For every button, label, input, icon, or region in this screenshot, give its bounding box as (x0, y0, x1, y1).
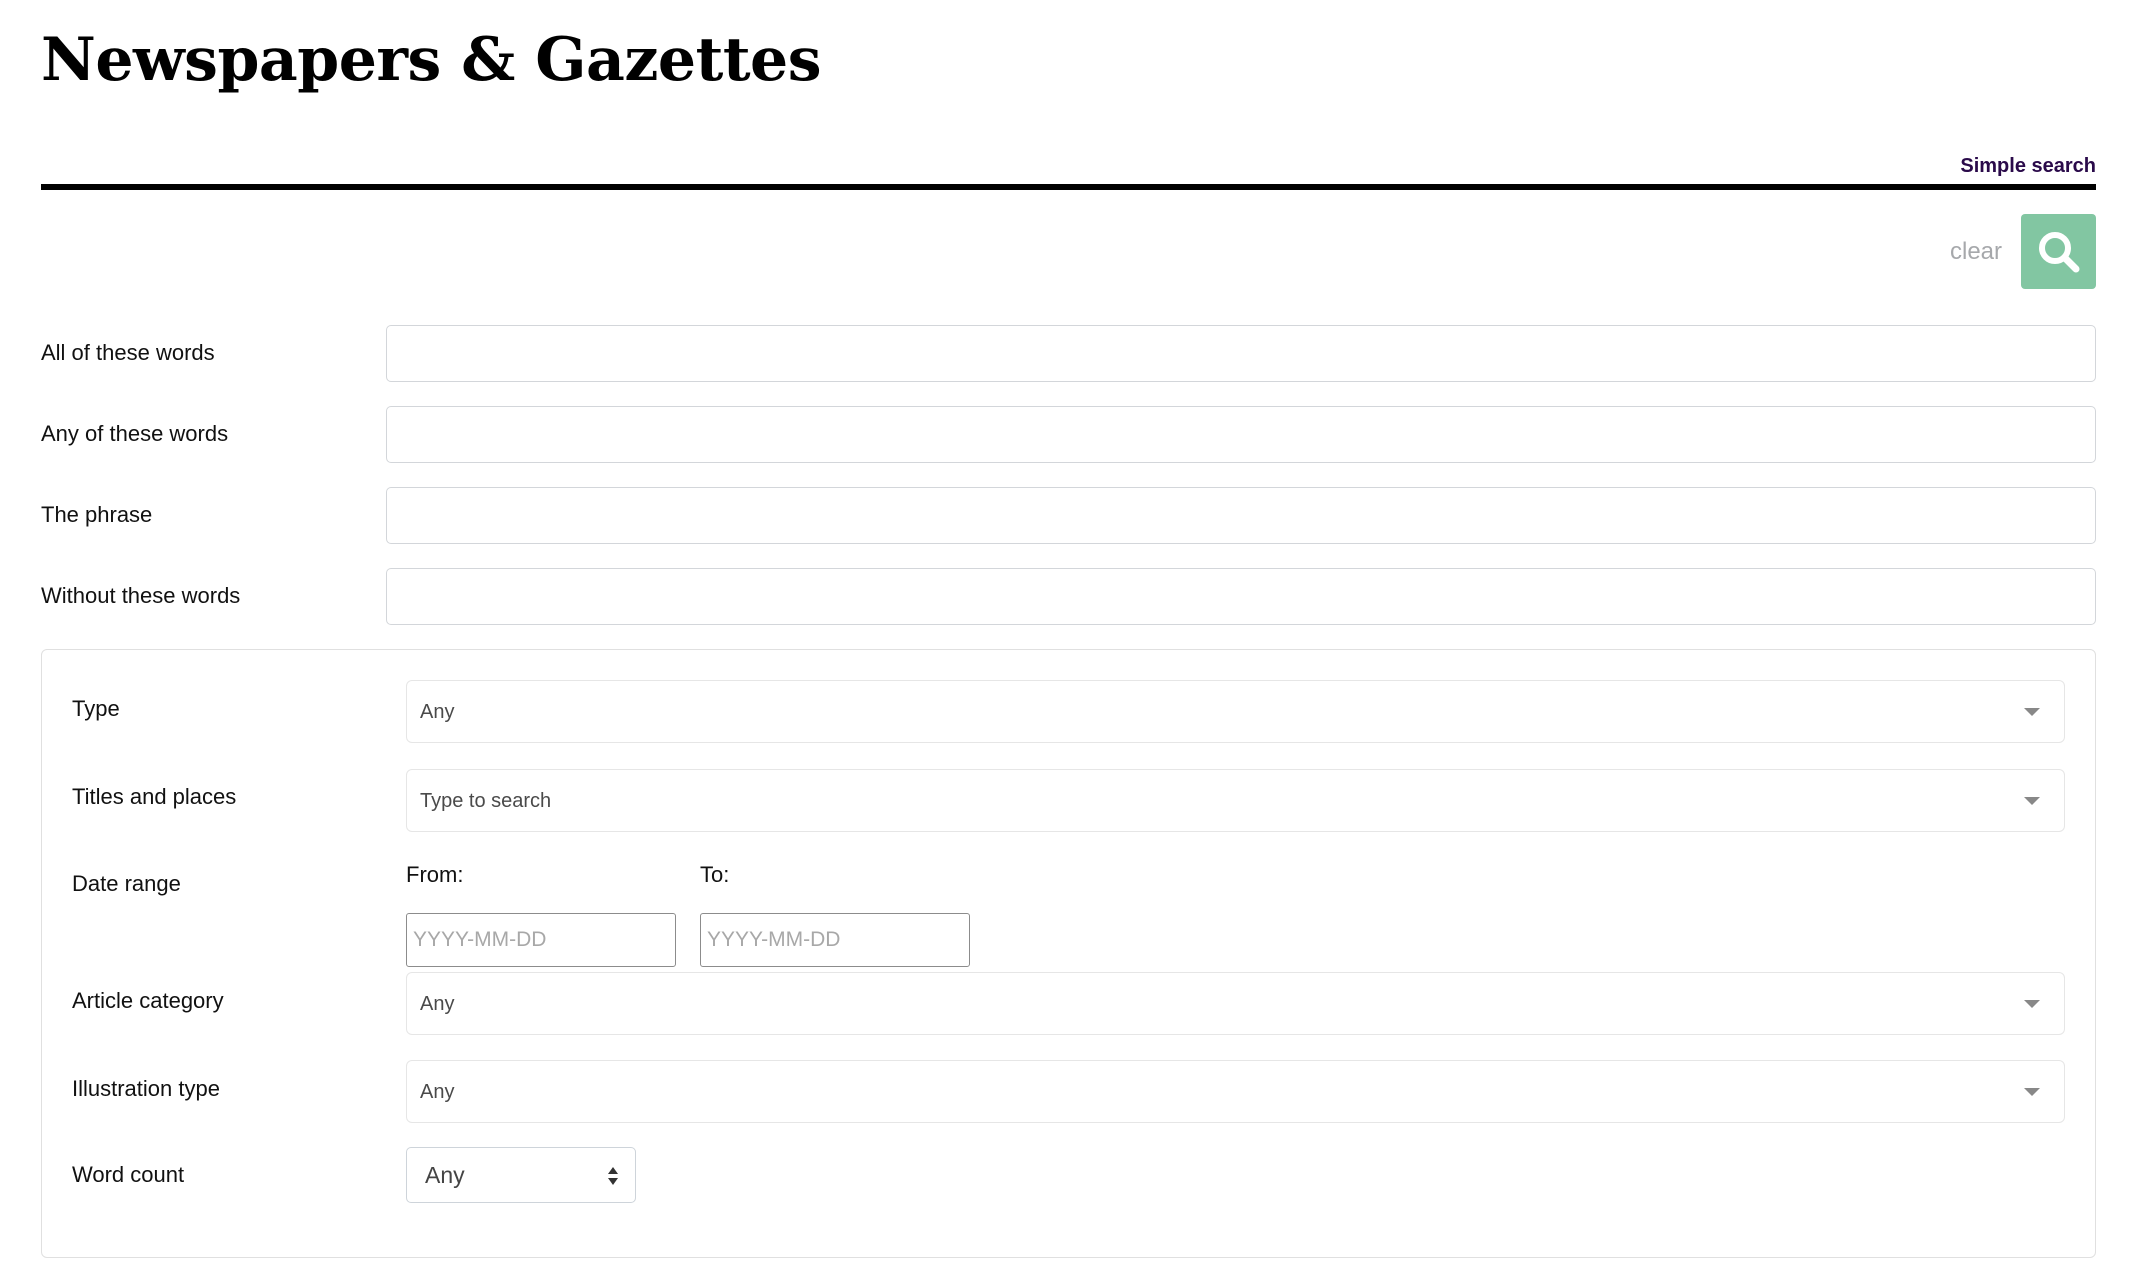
phrase-input[interactable] (386, 487, 2096, 544)
chevron-down-icon (2024, 1088, 2040, 1096)
all-words-input[interactable] (386, 325, 2096, 382)
without-words-label: Without these words (41, 583, 241, 608)
any-words-input[interactable] (386, 406, 2096, 463)
date-from-input[interactable] (406, 913, 676, 967)
clear-link[interactable]: clear (1950, 237, 2002, 267)
search-icon (2038, 231, 2079, 272)
date-to-label: To: (700, 862, 730, 887)
word-count-value: Any (425, 1162, 465, 1188)
any-words-label: Any of these words (41, 421, 229, 446)
titles-places-label: Titles and places (72, 784, 237, 809)
article-category-select[interactable]: Any (406, 972, 2065, 1035)
illustration-type-select[interactable]: Any (406, 1060, 2065, 1123)
page-title: Newspapers & Gazettes (41, 25, 822, 95)
date-to-input[interactable] (700, 913, 970, 967)
sort-updown-icon (608, 1167, 618, 1185)
word-count-label: Word count (72, 1162, 185, 1187)
chevron-down-icon (2024, 708, 2040, 716)
type-select[interactable]: Any (406, 680, 2065, 743)
chevron-down-icon (2024, 797, 2040, 805)
type-label: Type (72, 696, 120, 721)
phrase-label: The phrase (41, 502, 153, 527)
without-words-input[interactable] (386, 568, 2096, 625)
illustration-type-value: Any (420, 1081, 455, 1103)
date-range-label: Date range (72, 871, 181, 896)
titles-places-placeholder: Type to search (420, 790, 552, 812)
search-button[interactable] (2021, 214, 2096, 289)
simple-search-link[interactable]: Simple search (1960, 155, 2096, 178)
type-select-value: Any (420, 701, 455, 723)
article-category-label: Article category (72, 988, 224, 1013)
chevron-down-icon (2024, 1000, 2040, 1008)
illustration-type-label: Illustration type (72, 1076, 220, 1101)
article-category-value: Any (420, 993, 455, 1015)
header-divider (41, 184, 2096, 190)
titles-places-select[interactable]: Type to search (406, 769, 2065, 832)
word-count-select[interactable]: Any (406, 1147, 636, 1203)
all-words-label: All of these words (41, 340, 215, 365)
date-from-label: From: (406, 862, 464, 887)
